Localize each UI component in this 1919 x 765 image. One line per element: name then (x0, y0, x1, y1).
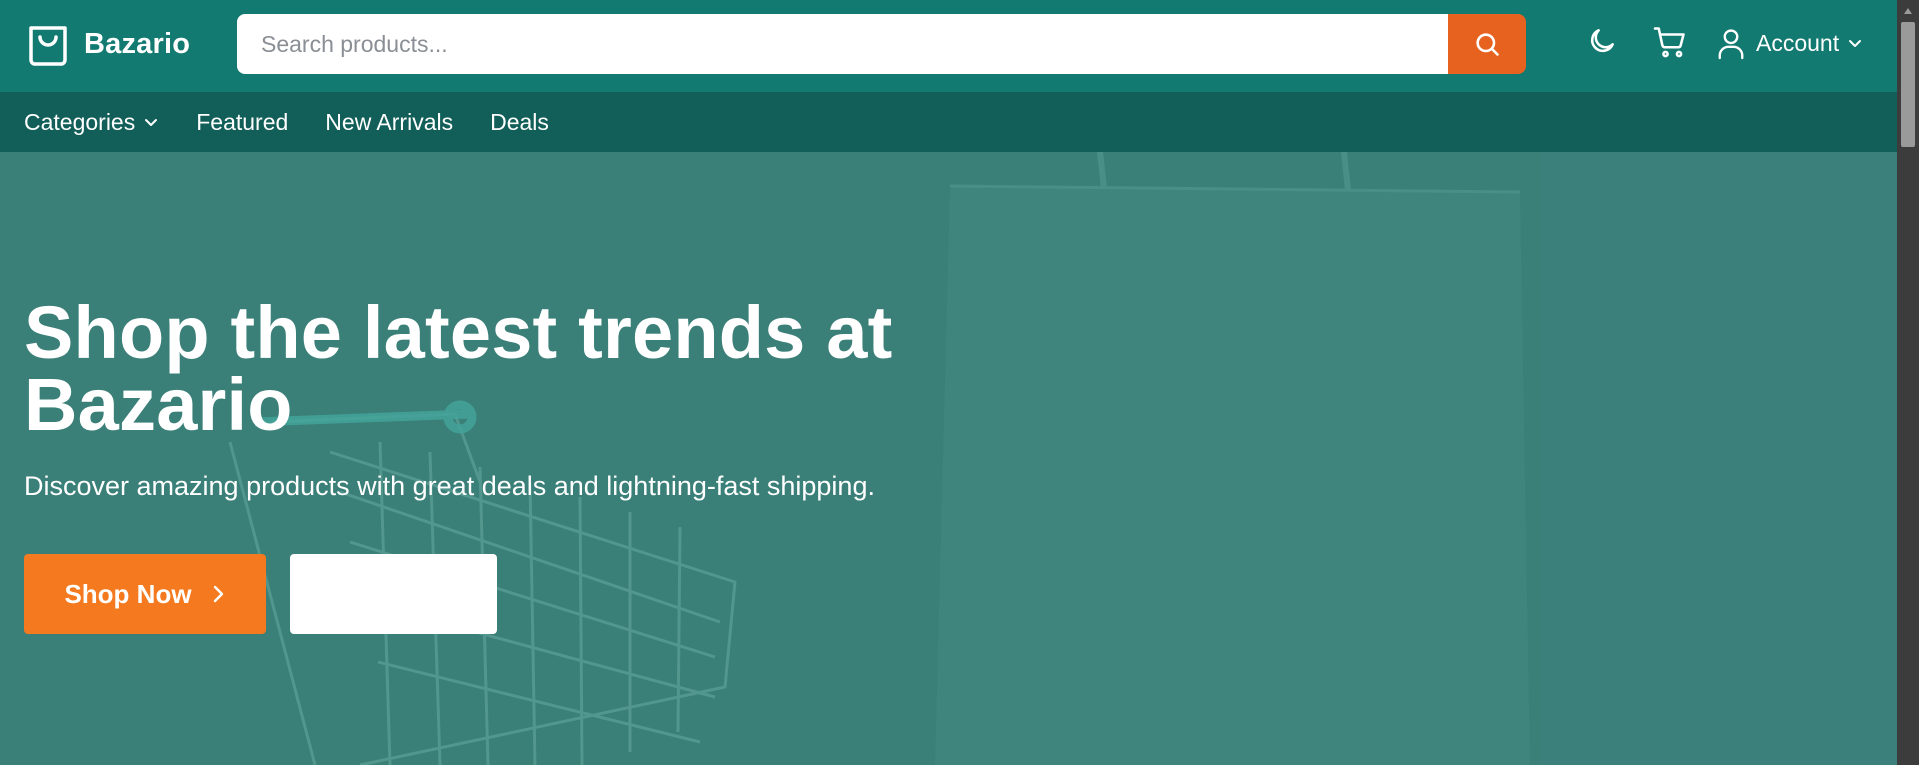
scrollbar-thumb[interactable] (1901, 22, 1915, 147)
chevron-down-icon (1849, 40, 1862, 47)
search-button[interactable] (1448, 14, 1526, 74)
nav-item-categories[interactable]: Categories (24, 109, 159, 136)
search-input[interactable] (237, 14, 1448, 74)
search-bar (237, 14, 1526, 74)
nav-item-label: New Arrivals (325, 108, 454, 135)
account-menu[interactable]: Account (1716, 26, 1863, 60)
category-nav: Categories Featured New Arrivals Deals (0, 92, 1897, 152)
scroll-up-arrow-icon[interactable] (1897, 0, 1919, 22)
shopping-bag-icon (29, 26, 67, 66)
cart-icon (1653, 27, 1685, 58)
brand-name: Bazario (84, 27, 191, 60)
user-icon (1718, 29, 1744, 60)
cart-button[interactable] (1652, 24, 1688, 60)
hero-content: Shop the latest trends at Bazario Discov… (24, 291, 904, 502)
nav-item-new-arrivals[interactable]: New Arrivals (325, 109, 453, 136)
brand-logo[interactable]: Bazario (26, 20, 190, 68)
nav-item-label: Categories (24, 108, 136, 135)
nav-item-label: Featured (196, 108, 289, 135)
shop-now-label: Shop Now (64, 578, 192, 609)
nav-item-deals[interactable]: Deals (490, 109, 549, 136)
nav-item-label: Deals (490, 108, 549, 135)
page-scrollbar[interactable] (1897, 0, 1919, 765)
account-label: Account (1756, 29, 1840, 56)
search-icon (1476, 33, 1499, 56)
hero-subtitle: Discover amazing products with great dea… (24, 471, 875, 501)
theme-toggle-button[interactable] (1586, 25, 1618, 57)
shop-now-button[interactable]: Shop Now (24, 554, 266, 634)
chevron-right-icon (213, 585, 223, 603)
chevron-down-icon (145, 119, 158, 126)
hero-actions: Shop Now (24, 554, 497, 634)
secondary-cta-button[interactable] (290, 554, 497, 634)
moon-icon (1590, 29, 1614, 53)
top-header: Bazario Account (0, 0, 1897, 92)
hero-title: Shop the latest trends at Bazario (24, 291, 893, 446)
hero-banner: Shop the latest trends at Bazario Discov… (0, 152, 1897, 765)
nav-item-featured[interactable]: Featured (196, 109, 288, 136)
